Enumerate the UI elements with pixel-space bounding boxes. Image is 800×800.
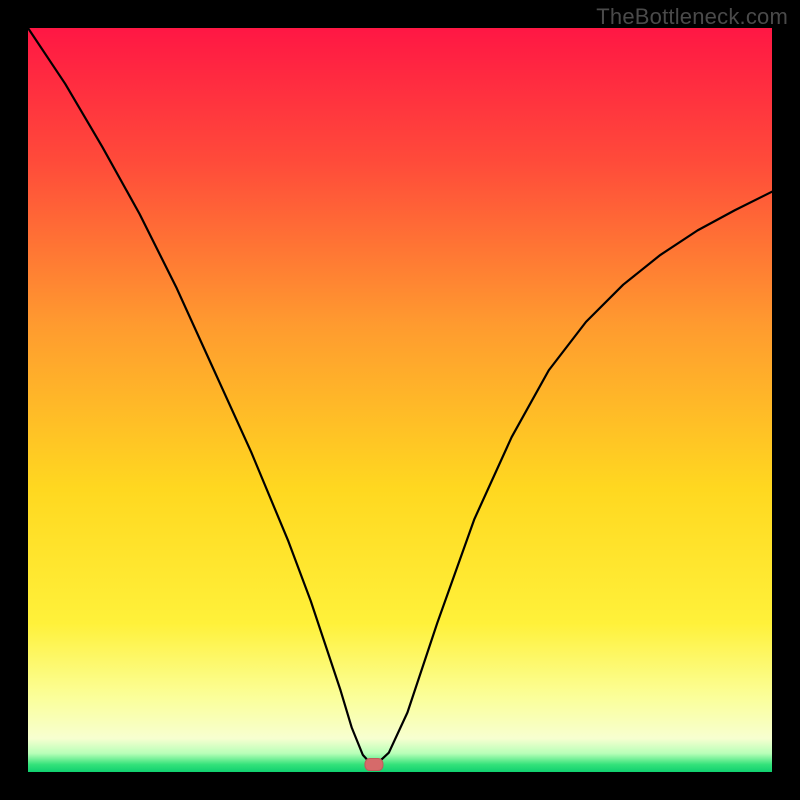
chart-frame: TheBottleneck.com	[0, 0, 800, 800]
plot-area	[28, 28, 772, 772]
min-marker	[365, 759, 383, 771]
plot-svg	[28, 28, 772, 772]
watermark-text: TheBottleneck.com	[596, 4, 788, 30]
plot-background	[28, 28, 772, 772]
